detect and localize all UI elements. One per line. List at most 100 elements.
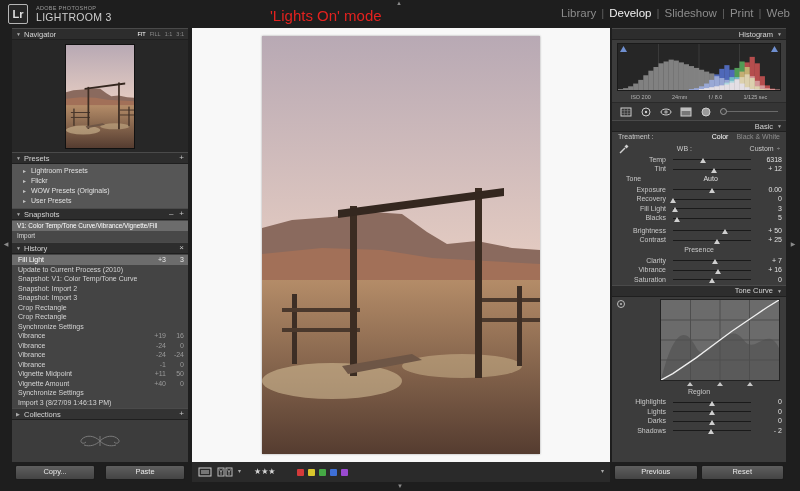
slider-track[interactable] bbox=[673, 169, 751, 170]
history-step[interactable]: Crop Rectangle bbox=[12, 303, 188, 313]
reset-button[interactable]: Reset bbox=[701, 465, 785, 480]
collapse-top-arrow[interactable]: ▲ bbox=[396, 0, 402, 6]
zoom-option[interactable]: 1:1 bbox=[165, 31, 173, 38]
presets-action-button[interactable]: + bbox=[179, 153, 184, 163]
view-menu-arrow[interactable]: ▾ bbox=[238, 468, 241, 475]
region-split-handle[interactable] bbox=[747, 382, 753, 386]
color-label[interactable] bbox=[297, 469, 304, 476]
history-action-button[interactable]: × bbox=[179, 243, 184, 253]
history-step[interactable]: Vignette Amount+400 bbox=[12, 379, 188, 389]
tone-curve-chart[interactable] bbox=[660, 299, 780, 381]
navigator-preview[interactable] bbox=[12, 40, 188, 152]
disclosure-triangle[interactable]: ▼ bbox=[777, 288, 782, 294]
treatment-option[interactable]: Color bbox=[712, 133, 729, 141]
snapshot-item[interactable]: Import bbox=[12, 231, 188, 241]
disclosure-triangle[interactable]: ▼ bbox=[16, 31, 24, 37]
color-label[interactable] bbox=[341, 469, 348, 476]
collapse-left-arrow[interactable]: ◀ bbox=[4, 241, 9, 248]
rating-star[interactable]: ★ bbox=[261, 468, 268, 476]
slider-value[interactable]: + 16 bbox=[758, 266, 782, 274]
copy-button[interactable]: Copy... bbox=[15, 465, 95, 480]
module-tab[interactable]: Print bbox=[730, 7, 754, 21]
collections-header[interactable]: ▶Collections+ bbox=[12, 408, 188, 420]
slider-value[interactable]: - 2 bbox=[758, 427, 782, 435]
slider-track[interactable] bbox=[673, 218, 751, 219]
folder-triangle[interactable]: ► bbox=[22, 168, 27, 174]
slider-value[interactable]: + 7 bbox=[758, 257, 782, 265]
module-tab[interactable]: Slideshow bbox=[664, 7, 716, 21]
graduated-filter-icon[interactable] bbox=[680, 107, 692, 117]
history-step[interactable]: Import 3 (8/27/09 1:46:13 PM) bbox=[12, 398, 188, 408]
slider-value[interactable]: 5 bbox=[758, 214, 782, 222]
slider-track[interactable] bbox=[673, 260, 751, 261]
snapshots-action-button[interactable]: – bbox=[169, 209, 173, 219]
disclosure-triangle[interactable]: ▼ bbox=[16, 245, 24, 251]
slider-value[interactable]: + 50 bbox=[758, 227, 782, 235]
white-balance-select[interactable]: Custom÷ bbox=[750, 145, 780, 153]
spot-removal-icon[interactable] bbox=[640, 107, 652, 117]
preset-folder[interactable]: ►WOW Presets (Originals) bbox=[12, 186, 188, 196]
history-step[interactable]: Synchronize Settings bbox=[12, 388, 188, 398]
preset-folder[interactable]: ►Flickr bbox=[12, 176, 188, 186]
slider-knob[interactable] bbox=[709, 410, 715, 415]
history-step[interactable]: Fill Light+33 bbox=[12, 255, 188, 265]
slider-track[interactable] bbox=[673, 189, 751, 190]
snapshots-header[interactable]: ▼Snapshots–+ bbox=[12, 208, 188, 220]
folder-triangle[interactable]: ► bbox=[22, 178, 27, 184]
slider-value[interactable]: 0 bbox=[758, 398, 782, 406]
slider-value[interactable]: 0 bbox=[758, 417, 782, 425]
eyedropper-icon[interactable] bbox=[618, 143, 630, 155]
navigator-header[interactable]: ▼NavigatorFITFILL1:13:1 bbox=[12, 28, 188, 40]
navigator-thumbnail[interactable] bbox=[65, 44, 135, 149]
collapse-bottom-arrow[interactable]: ▼ bbox=[397, 483, 403, 489]
module-tab[interactable]: Library bbox=[561, 7, 596, 21]
previous-button[interactable]: Previous bbox=[614, 465, 698, 480]
slider-knob[interactable] bbox=[709, 401, 715, 406]
slider-knob[interactable] bbox=[708, 429, 714, 434]
white-balance-value[interactable]: Custom bbox=[750, 145, 774, 153]
history-step[interactable]: Snapshot: V1: Color Temp/Tone Curve bbox=[12, 274, 188, 284]
slider-track[interactable] bbox=[673, 402, 751, 403]
rating-star[interactable]: ★ bbox=[254, 468, 261, 476]
rating-star[interactable]: ★ bbox=[268, 468, 275, 476]
slider-track[interactable] bbox=[673, 159, 751, 160]
history-header[interactable]: ▼History× bbox=[12, 242, 188, 254]
slider-knob[interactable] bbox=[711, 168, 717, 173]
tone-curve-header[interactable]: Tone Curve▼ bbox=[612, 285, 786, 297]
slider-knob[interactable] bbox=[714, 239, 720, 244]
shadow-clipping-icon[interactable] bbox=[620, 46, 627, 52]
histogram-header[interactable]: Histogram▼ bbox=[612, 28, 786, 40]
toolbar-menu-arrow[interactable]: ▾ bbox=[601, 468, 604, 475]
preset-folder[interactable]: ►Lightroom Presets bbox=[12, 166, 188, 176]
history-step[interactable]: Vibrance+1916 bbox=[12, 331, 188, 341]
color-label[interactable] bbox=[330, 469, 337, 476]
folder-triangle[interactable]: ► bbox=[22, 188, 27, 194]
zoom-option[interactable]: 3:1 bbox=[176, 31, 184, 38]
history-step[interactable]: Vibrance-10 bbox=[12, 360, 188, 370]
before-after-view-icon[interactable] bbox=[217, 467, 233, 477]
color-label[interactable] bbox=[319, 469, 326, 476]
slider-knob[interactable] bbox=[709, 188, 715, 193]
history-step[interactable]: Vibrance-24-24 bbox=[12, 350, 188, 360]
loupe-view-icon[interactable] bbox=[198, 467, 212, 477]
zoom-option[interactable]: FILL bbox=[150, 31, 161, 38]
slider-value[interactable]: + 25 bbox=[758, 236, 782, 244]
slider-knob[interactable] bbox=[712, 259, 718, 264]
slider-track[interactable] bbox=[673, 230, 751, 231]
color-label[interactable] bbox=[308, 469, 315, 476]
history-step[interactable]: Update to Current Process (2010) bbox=[12, 265, 188, 275]
region-split-handle[interactable] bbox=[717, 382, 723, 386]
slider-knob[interactable] bbox=[709, 420, 715, 425]
slider-knob[interactable] bbox=[715, 269, 721, 274]
presets-header[interactable]: ▼Presets+ bbox=[12, 152, 188, 164]
slider-value[interactable]: 3 bbox=[758, 205, 782, 213]
slider-knob[interactable] bbox=[670, 198, 676, 203]
slider-value[interactable]: 6318 bbox=[758, 156, 782, 164]
slider-track[interactable] bbox=[673, 279, 751, 280]
slider-track[interactable] bbox=[673, 208, 751, 209]
slider-knob[interactable] bbox=[709, 278, 715, 283]
slider-value[interactable]: 0.00 bbox=[758, 186, 782, 194]
slider-track[interactable] bbox=[673, 199, 751, 200]
disclosure-triangle[interactable]: ▼ bbox=[777, 123, 782, 129]
history-step[interactable]: Snapshot: Import 3 bbox=[12, 293, 188, 303]
